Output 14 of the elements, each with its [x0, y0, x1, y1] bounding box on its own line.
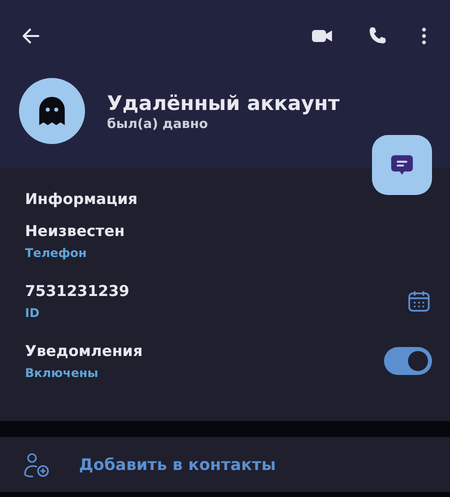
more-icon[interactable]: [420, 25, 428, 47]
info-label: Телефон: [25, 246, 88, 260]
info-label: Включены: [25, 366, 100, 380]
message-button[interactable]: [372, 135, 432, 195]
info-label: ID: [25, 306, 40, 320]
section-title: Информация: [25, 190, 138, 208]
profile-name: Удалённый аккаунт: [107, 90, 340, 114]
notifications-toggle[interactable]: [384, 347, 432, 375]
info-value: Уведомления: [25, 342, 143, 360]
info-value: 7531231239: [25, 282, 130, 300]
last-seen-status: был(а) давно: [107, 116, 209, 132]
add-person-icon: [23, 452, 51, 478]
add-contact-button[interactable]: Добавить в контакты: [0, 437, 450, 492]
info-value: Неизвестен: [25, 222, 125, 240]
